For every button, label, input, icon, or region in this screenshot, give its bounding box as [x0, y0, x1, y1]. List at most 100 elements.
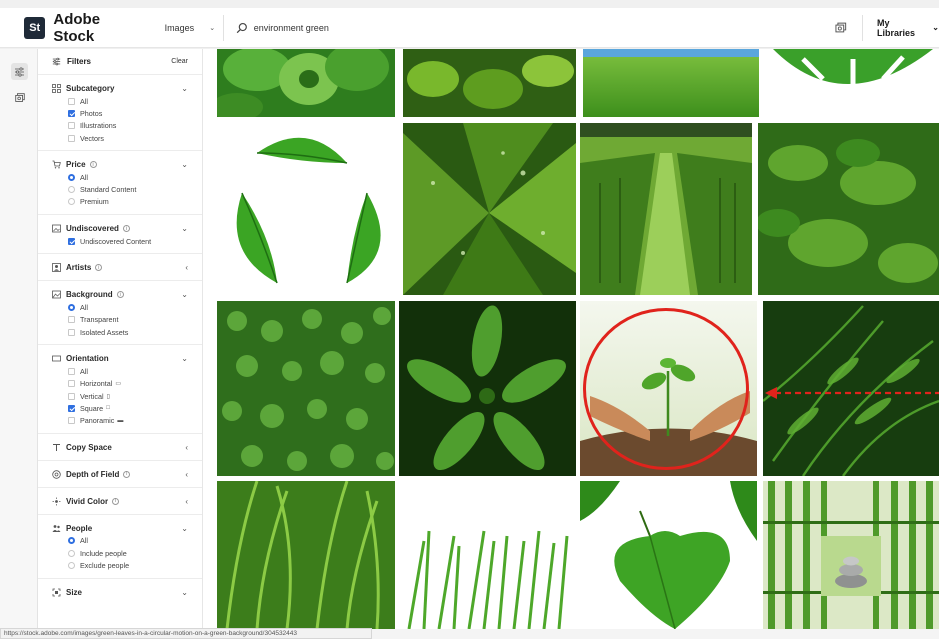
subcategory-option-illustrations[interactable]: Illustrations: [52, 120, 188, 132]
checkbox[interactable]: [68, 417, 75, 425]
bamboo-stones-image: [763, 481, 939, 629]
grass-isolated-image: [399, 481, 576, 629]
info-icon[interactable]: i: [112, 497, 120, 505]
image-tile[interactable]: [403, 49, 576, 117]
radio[interactable]: [68, 561, 75, 569]
image-tile[interactable]: [763, 481, 939, 629]
visual-search-rail-button[interactable]: [11, 89, 28, 106]
people-option-all[interactable]: All: [52, 535, 188, 547]
radio-selected[interactable]: [68, 304, 75, 312]
price-option-all[interactable]: All: [52, 171, 188, 183]
checkbox[interactable]: [68, 392, 75, 400]
subcategory-header[interactable]: Subcategory ⌄: [52, 82, 188, 95]
info-icon[interactable]: i: [116, 291, 124, 299]
image-tile[interactable]: [580, 481, 757, 629]
orientation-option-all[interactable]: All: [52, 365, 188, 377]
clear-filters-link[interactable]: Clear: [171, 58, 188, 65]
my-libraries-button[interactable]: My Libraries ⌄: [877, 18, 939, 38]
undiscovered-header[interactable]: Undiscovered i ⌄: [52, 222, 188, 235]
square-shape-icon: □: [106, 405, 110, 412]
image-tile[interactable]: [217, 49, 395, 117]
artists-section: Artists i ‹: [38, 254, 202, 282]
image-tile[interactable]: [217, 301, 395, 476]
checkbox[interactable]: [68, 328, 75, 336]
info-icon[interactable]: i: [122, 225, 130, 233]
people-option-include[interactable]: Include people: [52, 547, 188, 559]
price-header[interactable]: Price i ⌄: [52, 158, 188, 171]
checkbox[interactable]: [68, 316, 75, 324]
radio-selected[interactable]: [68, 537, 75, 545]
subcategory-option-all[interactable]: All: [52, 95, 188, 107]
undiscovered-section: Undiscovered i ⌄ Undiscovered Content: [38, 215, 202, 255]
image-tile[interactable]: [403, 123, 576, 295]
size-header[interactable]: Size ⌄: [52, 586, 188, 599]
copy-space-header[interactable]: Copy Space ‹: [52, 441, 188, 454]
vertical-shape-icon: ▯: [106, 393, 110, 400]
price-option-premium[interactable]: Premium: [52, 196, 188, 208]
image-tile[interactable]: [580, 123, 752, 295]
checkbox[interactable]: [68, 367, 75, 375]
option-label: Illustrations: [80, 121, 117, 131]
orientation-option-vertical[interactable]: Vertical ▯: [52, 390, 188, 402]
filters-toggle-button[interactable]: [11, 63, 28, 80]
image-tile[interactable]: [217, 481, 395, 629]
sliders-icon: [15, 66, 24, 77]
orientation-header[interactable]: Orientation ⌄: [52, 352, 188, 365]
chevron-left-icon: ‹: [185, 263, 188, 273]
info-icon[interactable]: i: [123, 470, 131, 478]
checkbox-checked[interactable]: [68, 404, 75, 412]
visual-search-icon[interactable]: [834, 21, 848, 35]
image-tile[interactable]: [399, 481, 576, 629]
filters-header: Filters Clear: [38, 49, 202, 75]
image-tile[interactable]: [399, 301, 576, 476]
option-label: All: [80, 172, 88, 182]
image-tile[interactable]: [763, 49, 939, 117]
orientation-icon: [52, 354, 61, 363]
asset-type-select[interactable]: Images ⌄: [165, 23, 216, 33]
orientation-option-panoramic[interactable]: Panoramic ▬: [52, 414, 188, 426]
image-tile[interactable]: [217, 123, 395, 295]
orientation-option-square[interactable]: Square □: [52, 402, 188, 414]
checkbox[interactable]: [68, 380, 75, 388]
people-option-exclude[interactable]: Exclude people: [52, 559, 188, 571]
background-option-isolated[interactable]: Isolated Assets: [52, 326, 188, 338]
subcategory-option-vectors[interactable]: Vectors: [52, 132, 188, 144]
filters-title: Filters: [67, 57, 92, 66]
info-icon[interactable]: i: [95, 264, 103, 272]
background-header[interactable]: Background i ⌄: [52, 288, 188, 301]
checkbox-checked[interactable]: [68, 109, 75, 117]
radio[interactable]: [68, 186, 75, 194]
radio[interactable]: [68, 549, 75, 557]
depth-of-field-section: Depth of Field i ‹: [38, 461, 202, 488]
checkbox[interactable]: [68, 97, 75, 105]
divider: [862, 14, 863, 41]
depth-of-field-header[interactable]: Depth of Field i ‹: [52, 468, 188, 481]
checkbox-checked[interactable]: [68, 237, 75, 245]
image-tile[interactable]: [583, 49, 759, 117]
adobe-stock-logo[interactable]: St: [24, 16, 46, 39]
subcategory-option-photos[interactable]: Photos: [52, 107, 188, 119]
background-option-transparent[interactable]: Transparent: [52, 314, 188, 326]
checkbox[interactable]: [68, 122, 75, 130]
orientation-option-horizontal[interactable]: Horizontal ▭: [52, 378, 188, 390]
checkbox[interactable]: [68, 134, 75, 142]
undiscovered-option-content[interactable]: Undiscovered Content: [52, 235, 188, 247]
background-option-all[interactable]: All: [52, 301, 188, 313]
image-tile[interactable]: [758, 123, 939, 295]
monstera-leaf-image: [763, 49, 939, 117]
info-icon[interactable]: i: [89, 161, 97, 169]
option-label: All: [80, 536, 88, 546]
price-option-standard[interactable]: Standard Content: [52, 183, 188, 195]
vivid-color-header[interactable]: Vivid Color i ‹: [52, 495, 188, 508]
subcategory-section: Subcategory ⌄ All Photos Illustrations V…: [38, 75, 202, 152]
people-section: People ⌄ All Include people Exclude peop…: [38, 515, 202, 579]
radio[interactable]: [68, 198, 75, 206]
my-libraries-label: My Libraries: [877, 17, 916, 38]
radio-selected[interactable]: [68, 173, 75, 181]
app-title[interactable]: Adobe Stock: [53, 11, 142, 45]
image-icon: [52, 224, 61, 233]
artists-header[interactable]: Artists i ‹: [52, 261, 188, 274]
size-icon: [52, 588, 61, 597]
people-header[interactable]: People ⌄: [52, 522, 188, 535]
search-input[interactable]: [253, 22, 799, 33]
